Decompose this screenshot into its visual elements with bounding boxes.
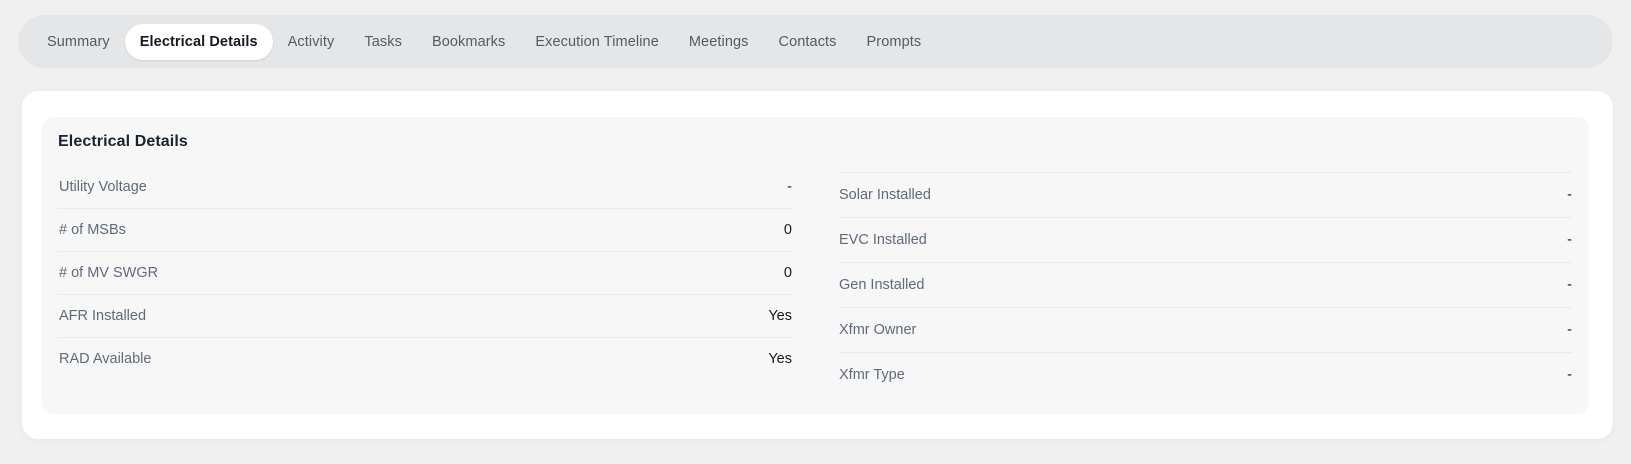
detail-row-utility-voltage: Utility Voltage - bbox=[58, 166, 793, 209]
detail-value: Yes bbox=[768, 351, 792, 367]
tab-meetings[interactable]: Meetings bbox=[674, 24, 764, 60]
detail-row-num-mv-swgr: # of MV SWGR 0 bbox=[58, 252, 793, 295]
detail-value: 0 bbox=[783, 265, 792, 281]
detail-row-solar-installed: Solar Installed - bbox=[838, 173, 1573, 218]
detail-row-num-msbs: # of MSBs 0 bbox=[58, 209, 793, 252]
tab-contacts[interactable]: Contacts bbox=[764, 24, 852, 60]
detail-row-xfmr-owner: Xfmr Owner - bbox=[838, 308, 1573, 353]
tab-prompts[interactable]: Prompts bbox=[852, 24, 937, 60]
detail-value: - bbox=[1567, 232, 1572, 248]
tab-electrical-details[interactable]: Electrical Details bbox=[124, 23, 273, 60]
detail-row-afr-installed: AFR Installed Yes bbox=[58, 295, 793, 338]
tab-tasks[interactable]: Tasks bbox=[349, 24, 417, 60]
detail-row-gen-installed: Gen Installed - bbox=[838, 263, 1573, 308]
detail-label: AFR Installed bbox=[59, 308, 147, 324]
detail-label: RAD Available bbox=[59, 351, 152, 367]
panel-title: Electrical Details bbox=[58, 133, 188, 150]
detail-value: Yes bbox=[768, 308, 792, 324]
detail-label: Utility Voltage bbox=[59, 179, 147, 195]
detail-value: - bbox=[1567, 367, 1572, 383]
details-card: Electrical Details Utility Voltage - # o… bbox=[22, 91, 1613, 439]
detail-row-evc-installed: EVC Installed - bbox=[838, 218, 1573, 263]
detail-label: # of MSBs bbox=[59, 222, 126, 238]
details-columns: Utility Voltage - # of MSBs 0 # of MV SW… bbox=[58, 166, 1573, 397]
detail-value: - bbox=[787, 179, 792, 195]
tab-bookmarks[interactable]: Bookmarks bbox=[417, 24, 520, 60]
detail-label: Solar Installed bbox=[839, 187, 931, 203]
detail-label: Gen Installed bbox=[839, 277, 925, 293]
detail-value: - bbox=[1567, 277, 1572, 293]
tab-activity[interactable]: Activity bbox=[273, 24, 350, 60]
detail-value: - bbox=[1567, 187, 1572, 203]
tab-summary[interactable]: Summary bbox=[32, 24, 125, 60]
detail-label: EVC Installed bbox=[839, 232, 927, 248]
detail-label: # of MV SWGR bbox=[59, 265, 159, 281]
detail-value: 0 bbox=[783, 222, 792, 238]
electrical-details-panel: Electrical Details Utility Voltage - # o… bbox=[42, 117, 1589, 414]
details-column-left: Utility Voltage - # of MSBs 0 # of MV SW… bbox=[58, 166, 793, 397]
detail-row-xfmr-type: Xfmr Type - bbox=[838, 353, 1573, 397]
detail-label: Xfmr Type bbox=[839, 367, 905, 383]
tab-execution-timeline[interactable]: Execution Timeline bbox=[520, 24, 674, 60]
detail-row-rad-available: RAD Available Yes bbox=[58, 338, 793, 380]
detail-label: Xfmr Owner bbox=[839, 322, 917, 338]
tab-bar: Summary Electrical Details Activity Task… bbox=[18, 15, 1613, 68]
detail-value: - bbox=[1567, 322, 1572, 338]
details-column-right: Solar Installed - EVC Installed - Gen In… bbox=[838, 172, 1573, 397]
